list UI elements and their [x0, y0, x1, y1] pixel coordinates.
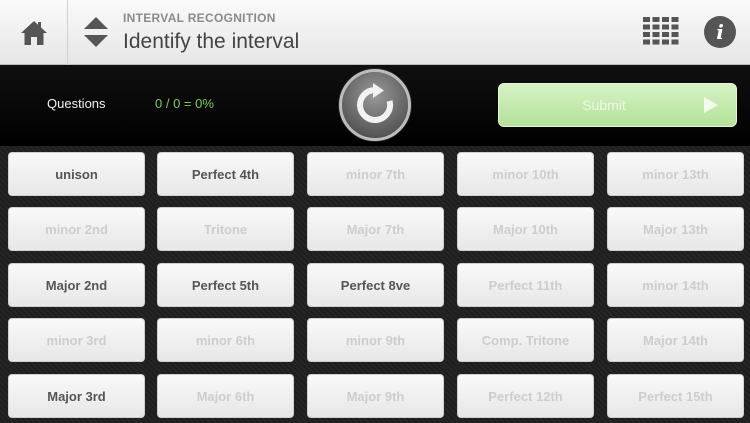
home-button[interactable] — [0, 0, 68, 65]
status-bar: Questions 0 / 0 = 0% Submit — [0, 65, 750, 146]
page-title: Identify the interval — [123, 30, 300, 53]
interval-button[interactable]: Major 13th — [607, 207, 744, 251]
interval-button[interactable]: Perfect 15th — [607, 374, 744, 418]
interval-button[interactable]: Major 3rd — [8, 374, 145, 418]
interval-button[interactable]: minor 3rd — [8, 318, 145, 362]
submit-label: Submit — [582, 97, 626, 113]
interval-button[interactable]: minor 6th — [157, 318, 294, 362]
interval-button[interactable]: Major 10th — [457, 207, 594, 251]
info-icon: i — [716, 20, 724, 44]
header-subtitle: INTERVAL RECOGNITION — [123, 11, 276, 25]
submit-button[interactable]: Submit — [498, 83, 737, 127]
interval-button[interactable]: Comp. Tritone — [457, 318, 594, 362]
interval-button[interactable]: Major 7th — [307, 207, 444, 251]
interval-button[interactable]: Perfect 12th — [457, 374, 594, 418]
interval-button[interactable]: Tritone — [157, 207, 294, 251]
interval-button[interactable]: Major 2nd — [8, 263, 145, 307]
replay-icon — [357, 83, 394, 123]
interval-button[interactable]: Major 9th — [307, 374, 444, 418]
info-button[interactable]: i — [704, 16, 736, 48]
up-down-arrows-icon — [84, 17, 108, 47]
score-readout: 0 / 0 = 0% — [155, 96, 214, 111]
interval-button[interactable]: Perfect 11th — [457, 263, 594, 307]
play-arrow-icon — [704, 97, 718, 113]
interval-button[interactable]: Major 14th — [607, 318, 744, 362]
replay-button[interactable] — [339, 69, 411, 141]
interval-button[interactable]: minor 9th — [307, 318, 444, 362]
header-bar: INTERVAL RECOGNITION Identify the interv… — [0, 0, 750, 65]
mode-toggle-button[interactable] — [80, 14, 112, 50]
interval-button[interactable]: minor 14th — [607, 263, 744, 307]
grid-menu-button[interactable] — [643, 17, 679, 45]
interval-button[interactable]: Perfect 4th — [157, 152, 294, 196]
interval-button[interactable]: Perfect 8ve — [307, 263, 444, 307]
interval-button[interactable]: Major 6th — [157, 374, 294, 418]
questions-label: Questions — [47, 96, 106, 111]
interval-button[interactable]: Perfect 5th — [157, 263, 294, 307]
home-icon — [20, 20, 47, 45]
interval-grid: unison Perfect 4th minor 7th minor 10th mino… — [0, 146, 750, 423]
interval-button[interactable]: minor 10th — [457, 152, 594, 196]
interval-button[interactable]: minor 7th — [307, 152, 444, 196]
interval-button[interactable]: unison — [8, 152, 145, 196]
grid-menu-icon — [643, 17, 679, 45]
interval-button[interactable]: minor 2nd — [8, 207, 145, 251]
interval-button[interactable]: minor 13th — [607, 152, 744, 196]
